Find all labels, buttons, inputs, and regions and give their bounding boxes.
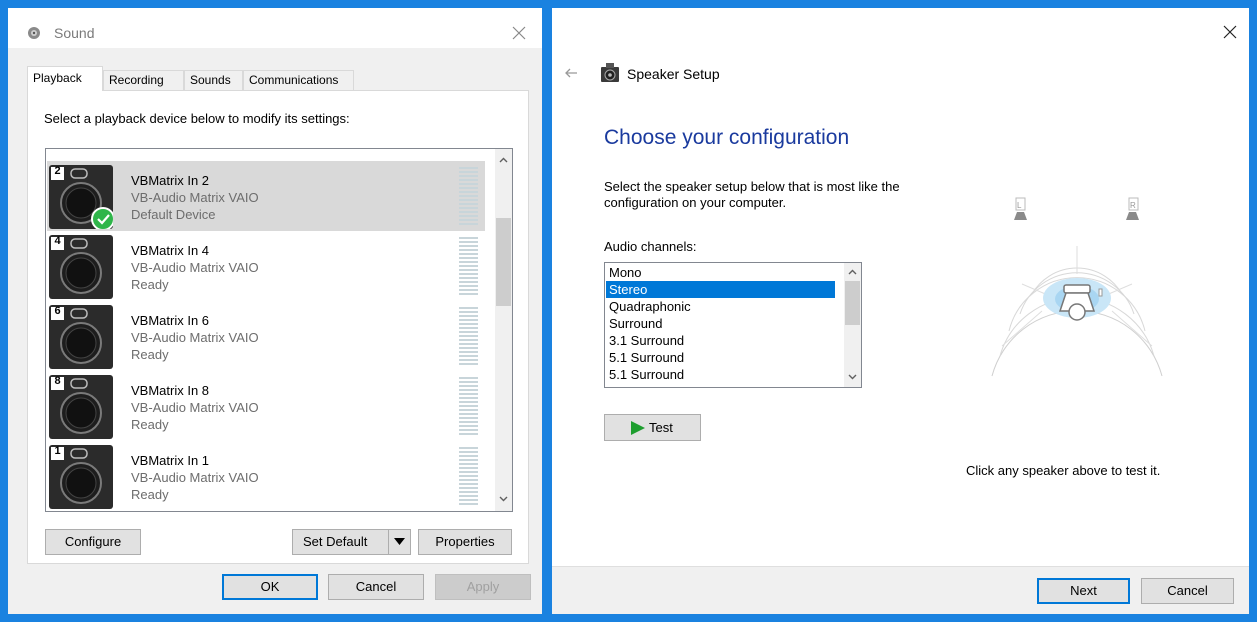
back-arrow-icon[interactable] <box>564 66 578 80</box>
volume-meter <box>459 237 478 295</box>
default-check-icon <box>91 207 113 229</box>
volume-meter <box>459 167 478 225</box>
chevron-up-icon[interactable] <box>847 267 858 278</box>
ok-button[interactable]: OK <box>222 574 318 600</box>
page-title: Choose your configuration <box>604 126 850 149</box>
next-button[interactable]: Next <box>1037 578 1130 604</box>
device-item[interactable]: 1 VBMatrix In 1 VB-Audio Matrix VAIO Rea… <box>47 441 485 511</box>
sound-titlebar: Sound <box>8 8 542 48</box>
channel-option[interactable]: 5.1 Surround <box>606 349 835 366</box>
tab-recording[interactable]: Recording <box>103 70 184 90</box>
configure-button[interactable]: Configure <box>45 529 141 555</box>
audio-channels-label: Audio channels: <box>604 239 697 254</box>
device-badge: 2 <box>54 165 61 177</box>
apply-button: Apply <box>435 574 531 600</box>
channel-option[interactable]: 5.1 Surround <box>606 366 835 383</box>
speaker-setup-window: Speaker Setup Choose your configuration … <box>552 8 1249 614</box>
close-icon[interactable] <box>1220 22 1240 42</box>
speaker-setup-title: Speaker Setup <box>627 66 720 82</box>
channels-scrollbar[interactable] <box>844 263 861 387</box>
device-status: Ready <box>131 277 169 292</box>
device-item[interactable]: 2 VBMatrix In 2 VB-Audio Matrix VAIO Def… <box>47 161 485 231</box>
sound-window-title: Sound <box>54 25 95 41</box>
device-item[interactable]: 8 VBMatrix In 8 VB-Audio Matrix VAIO Rea… <box>47 371 485 441</box>
playback-description: Select a playback device below to modify… <box>44 111 350 126</box>
sound-window: Sound Playback Recording Sounds Communic… <box>8 8 542 614</box>
setup-description: Select the speaker setup below that is m… <box>604 179 900 210</box>
device-item[interactable]: 4 VBMatrix In 4 VB-Audio Matrix VAIO Rea… <box>47 231 485 301</box>
tab-playback[interactable]: Playback <box>27 66 103 91</box>
device-driver: VB-Audio Matrix VAIO <box>131 330 259 345</box>
speaker-test-hint: Click any speaker above to test it. <box>966 463 1161 478</box>
device-driver: VB-Audio Matrix VAIO <box>131 190 259 205</box>
speaker-setup-footer: Next Cancel <box>552 566 1249 614</box>
cancel-button[interactable]: Cancel <box>1141 578 1234 604</box>
chevron-down-icon[interactable] <box>498 493 509 504</box>
device-status: Ready <box>131 487 169 502</box>
tab-sounds[interactable]: Sounds <box>184 70 243 90</box>
volume-meter <box>459 307 478 365</box>
test-label: Test <box>649 420 673 435</box>
set-default-label: Set Default <box>303 534 368 549</box>
set-default-button[interactable]: Set Default <box>292 529 411 555</box>
channel-option[interactable]: Mono <box>606 264 835 281</box>
device-driver: VB-Audio Matrix VAIO <box>131 470 259 485</box>
channel-option[interactable]: Surround <box>606 315 835 332</box>
device-badge: 1 <box>54 445 61 457</box>
caret-down-icon <box>394 538 405 545</box>
playback-panel: Select a playback device below to modify… <box>27 90 529 564</box>
audio-channels-list[interactable]: Mono Stereo Quadraphonic Surround 3.1 Su… <box>604 262 862 388</box>
device-driver: VB-Audio Matrix VAIO <box>131 260 259 275</box>
channel-option[interactable]: Stereo <box>606 281 835 298</box>
speaker-right-label: R <box>1130 201 1136 210</box>
cancel-button[interactable]: Cancel <box>328 574 424 600</box>
speaker-setup-icon <box>601 63 619 82</box>
device-name: VBMatrix In 4 <box>131 243 210 258</box>
device-status: Ready <box>131 347 169 362</box>
test-button[interactable]: Test <box>604 414 701 441</box>
playback-device-list[interactable]: 2 VBMatrix In 2 VB-Audio Matrix VAIO Def… <box>45 148 513 512</box>
device-badge: 6 <box>54 305 61 317</box>
device-item[interactable]: 6 VBMatrix In 6 VB-Audio Matrix VAIO Rea… <box>47 301 485 371</box>
device-status: Ready <box>131 417 169 432</box>
channel-option[interactable]: 3.1 Surround <box>606 332 835 349</box>
device-badge: 4 <box>54 235 61 247</box>
device-name: VBMatrix In 2 <box>131 173 210 188</box>
volume-meter <box>459 447 478 505</box>
speaker-icon <box>28 27 40 39</box>
device-list-scrollbar[interactable] <box>495 149 512 511</box>
speaker-diagram: L R <box>991 197 1163 377</box>
volume-meter <box>459 377 478 435</box>
device-driver: VB-Audio Matrix VAIO <box>131 400 259 415</box>
chevron-up-icon[interactable] <box>498 155 509 166</box>
scrollbar-thumb[interactable] <box>496 218 511 306</box>
speaker-left-label: L <box>1017 201 1022 210</box>
channel-option[interactable]: Quadraphonic <box>606 298 835 315</box>
device-name: VBMatrix In 8 <box>131 383 210 398</box>
close-icon[interactable] <box>508 22 530 44</box>
scrollbar-thumb[interactable] <box>845 281 860 325</box>
device-status: Default Device <box>131 207 216 222</box>
device-name: VBMatrix In 6 <box>131 313 210 328</box>
play-icon <box>631 421 645 435</box>
properties-button[interactable]: Properties <box>418 529 512 555</box>
chevron-down-icon[interactable] <box>847 371 858 382</box>
set-default-dropdown[interactable] <box>388 530 410 554</box>
device-name: VBMatrix In 1 <box>131 453 210 468</box>
sound-footer: OK Cancel Apply <box>8 570 542 614</box>
tab-communications[interactable]: Communications <box>243 70 354 90</box>
device-badge: 8 <box>54 375 61 387</box>
